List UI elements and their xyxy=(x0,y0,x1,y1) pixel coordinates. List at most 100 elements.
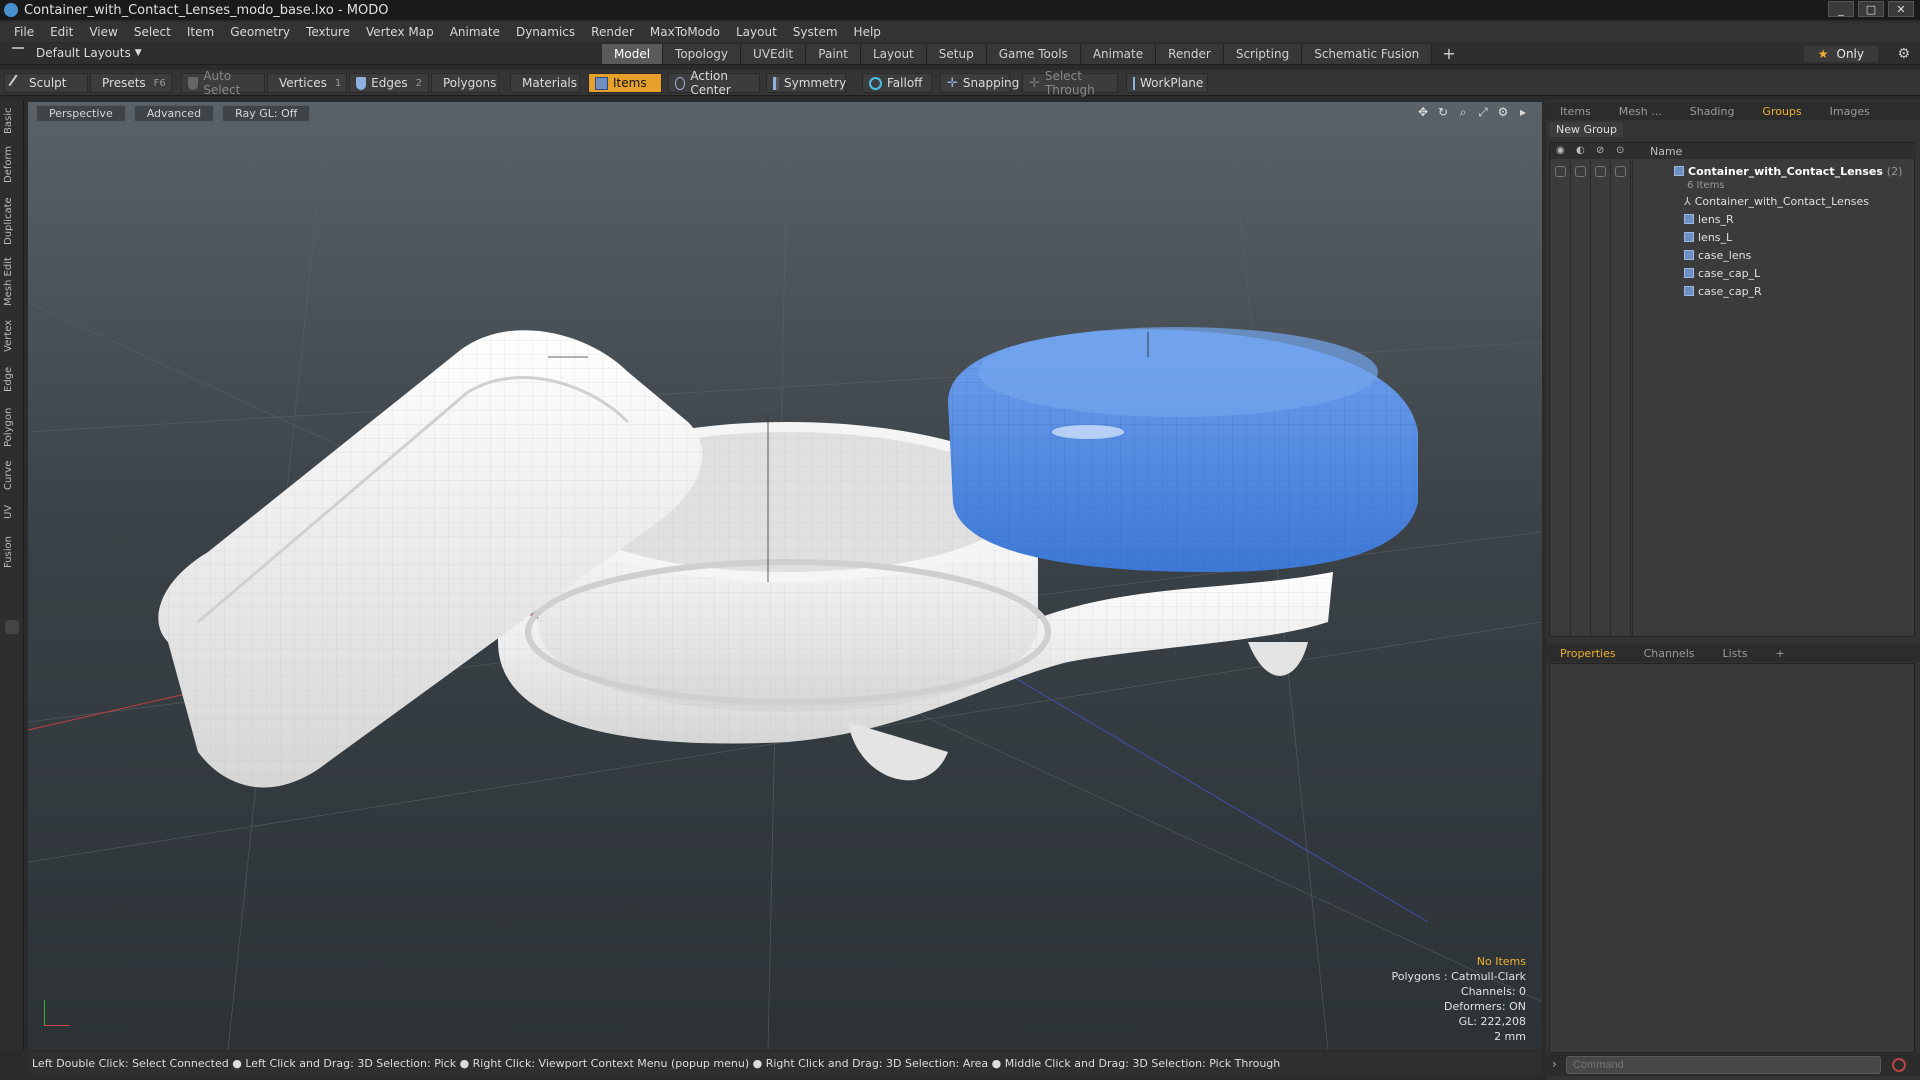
polygons-button[interactable]: Polygons xyxy=(431,73,499,93)
tab-polygon[interactable]: Polygon xyxy=(3,404,21,450)
menu-dynamics[interactable]: Dynamics xyxy=(508,25,583,39)
menu-animate[interactable]: Animate xyxy=(442,25,508,39)
sculpt-button[interactable]: Sculpt xyxy=(4,73,88,93)
layout-selector[interactable]: Default Layouts ▼ xyxy=(12,46,142,60)
tab-setup[interactable]: Setup xyxy=(926,44,987,64)
panel-toggle-button[interactable] xyxy=(5,620,19,634)
presets-button[interactable]: Presets F6 xyxy=(90,73,172,93)
tab-edge[interactable]: Edge xyxy=(3,364,21,394)
close-button[interactable]: ✕ xyxy=(1888,1,1914,17)
vertices-button[interactable]: Vertices 1 xyxy=(267,73,347,93)
tab-model[interactable]: Model xyxy=(602,44,664,64)
visibility-eye-icon[interactable] xyxy=(1555,166,1566,177)
tab-uvedit[interactable]: UVEdit xyxy=(741,44,807,64)
3d-viewport[interactable]: Perspective Advanced Ray GL: Off ✥ ↻ ⌕ ⤢… xyxy=(28,102,1542,1050)
viewport-scene[interactable] xyxy=(28,102,1542,1050)
minimize-button[interactable]: _ xyxy=(1828,1,1854,17)
tab-channels[interactable]: Channels xyxy=(1630,647,1709,660)
tab-paint[interactable]: Paint xyxy=(806,44,861,64)
tab-deform[interactable]: Deform xyxy=(3,144,21,184)
menu-texture[interactable]: Texture xyxy=(298,25,358,39)
tab-scripting[interactable]: Scripting xyxy=(1223,44,1303,64)
new-group-button[interactable]: New Group xyxy=(1550,122,1623,137)
raygl-button[interactable]: Ray GL: Off xyxy=(222,105,311,122)
select-icon[interactable]: ⊙ xyxy=(1616,145,1624,156)
render-toggle-icon[interactable] xyxy=(1575,166,1586,177)
lock-icon[interactable]: ⊘ xyxy=(1596,145,1604,156)
tab-topology[interactable]: Topology xyxy=(663,44,742,64)
shading-mode-button[interactable]: Advanced xyxy=(133,105,215,122)
viewport-gear-icon[interactable]: ⚙ xyxy=(1496,105,1510,119)
menu-geometry[interactable]: Geometry xyxy=(222,25,298,39)
menu-layout[interactable]: Layout xyxy=(728,25,785,39)
menu-select[interactable]: Select xyxy=(126,25,179,39)
tab-animate[interactable]: Animate xyxy=(1080,44,1157,64)
add-tab-button[interactable]: + xyxy=(1432,44,1465,64)
lock-toggle-icon[interactable] xyxy=(1595,166,1606,177)
rotate-icon[interactable]: ↻ xyxy=(1436,105,1450,119)
tab-layout[interactable]: Layout xyxy=(860,44,927,64)
workplane-button[interactable]: WorkPlane xyxy=(1126,73,1208,93)
select-toggle-icon[interactable] xyxy=(1615,166,1626,177)
case-cap-right[interactable] xyxy=(948,327,1418,572)
tab-properties[interactable]: Properties xyxy=(1546,647,1630,660)
menu-maxtomodo[interactable]: MaxToModo xyxy=(642,25,728,39)
stop-icon[interactable] xyxy=(1892,1058,1906,1072)
tab-basic[interactable]: Basic xyxy=(3,108,21,134)
collapse-icon[interactable] xyxy=(12,47,24,59)
tab-lists[interactable]: Lists xyxy=(1709,647,1762,660)
menu-render[interactable]: Render xyxy=(583,25,642,39)
tab-curve[interactable]: Curve xyxy=(3,458,21,492)
tab-items[interactable]: Items xyxy=(1546,105,1605,118)
list-item[interactable]: lens_R xyxy=(1550,211,1916,228)
tab-mesh[interactable]: Mesh ... xyxy=(1605,105,1676,118)
list-item[interactable]: case_lens xyxy=(1550,247,1916,264)
items-button[interactable]: Items xyxy=(588,73,662,93)
main-toolbar: Sculpt Presets F6 Auto Select Vertices 1 E… xyxy=(0,69,1920,97)
zoom-icon[interactable]: ⌕ xyxy=(1456,105,1470,119)
menu-help[interactable]: Help xyxy=(846,25,889,39)
tab-schematic-fusion[interactable]: Schematic Fusion xyxy=(1302,44,1433,64)
list-item[interactable]: case_cap_R xyxy=(1550,283,1916,300)
falloff-button[interactable]: Falloff xyxy=(862,73,932,93)
select-through-icon: ✛ xyxy=(1029,75,1040,91)
menu-view[interactable]: View xyxy=(81,25,125,39)
tab-render[interactable]: Render xyxy=(1156,44,1224,64)
edges-button[interactable]: Edges 2 xyxy=(349,73,429,93)
menu-edit[interactable]: Edit xyxy=(42,25,81,39)
tab-groups[interactable]: Groups xyxy=(1748,105,1815,118)
menu-item[interactable]: Item xyxy=(179,25,222,39)
expand-arrow-icon[interactable]: ▸ xyxy=(1516,105,1530,119)
materials-button[interactable]: Materials xyxy=(510,73,580,93)
action-center-button[interactable]: Action Center xyxy=(668,69,760,97)
tab-vertex[interactable]: Vertex xyxy=(3,318,21,354)
snapping-button[interactable]: ✛ Snapping xyxy=(940,73,1019,93)
list-item[interactable]: lens_L xyxy=(1550,229,1916,246)
tab-uv[interactable]: UV xyxy=(3,502,21,522)
tab-shading[interactable]: Shading xyxy=(1676,105,1749,118)
tab-duplicate[interactable]: Duplicate xyxy=(3,196,21,246)
maximize-button[interactable]: □ xyxy=(1858,1,1884,17)
view-mode-button[interactable]: Perspective xyxy=(36,105,126,122)
gear-icon[interactable]: ⚙ xyxy=(1897,46,1910,62)
only-button[interactable]: ★ Only xyxy=(1803,46,1878,62)
auto-select-button[interactable]: Auto Select xyxy=(181,69,265,97)
command-input[interactable] xyxy=(1566,1056,1881,1074)
pan-icon[interactable]: ✥ xyxy=(1416,105,1430,119)
add-tab-icon[interactable]: + xyxy=(1761,647,1798,660)
list-item[interactable]: ⅄ Container_with_Contact_Lenses xyxy=(1550,193,1916,210)
star-icon: ★ xyxy=(1817,47,1829,61)
fit-icon[interactable]: ⤢ xyxy=(1476,105,1490,119)
tab-game-tools[interactable]: Game Tools xyxy=(986,44,1081,64)
menu-system[interactable]: System xyxy=(785,25,846,39)
tab-mesh-edit[interactable]: Mesh Edit xyxy=(3,256,21,308)
tab-fusion[interactable]: Fusion xyxy=(3,534,21,570)
symmetry-button[interactable]: Symmetry xyxy=(766,73,846,93)
menu-file[interactable]: File xyxy=(6,25,42,39)
list-item[interactable]: case_cap_L xyxy=(1550,265,1916,282)
tab-images[interactable]: Images xyxy=(1816,105,1884,118)
render-icon[interactable]: ◐ xyxy=(1576,145,1585,156)
visibility-eye-icon[interactable]: ◉ xyxy=(1556,145,1565,156)
menu-vertex-map[interactable]: Vertex Map xyxy=(358,25,442,39)
select-through-button[interactable]: ✛ Select Through xyxy=(1022,69,1118,97)
